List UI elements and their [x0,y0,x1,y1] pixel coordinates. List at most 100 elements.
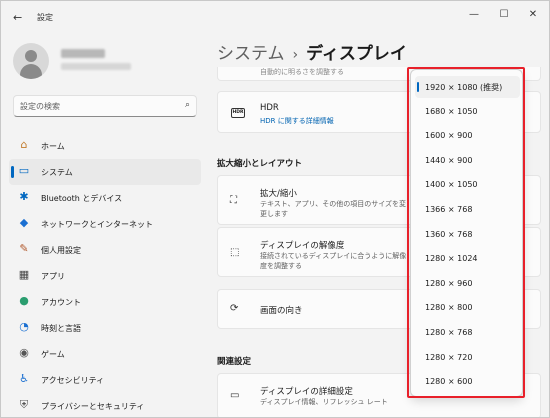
resolution-option[interactable]: 1280 × 960 [415,273,520,295]
sidebar-item-label: ゲーム [41,350,65,359]
sidebar-item-label: アカウント [41,298,81,307]
sidebar-item[interactable]: ▭ システム [9,159,201,185]
related-settings-heading: 関連設定 [217,357,252,367]
resolution-option[interactable]: 1280 × 1024 [415,248,520,270]
sidebar-item-icon: ▦ [18,268,30,281]
resolution-icon: ⬚ [230,247,240,258]
sidebar-item[interactable]: ⌂ ホーム [9,133,201,159]
resolution-option-label: 1280 × 1024 [425,254,478,264]
sidebar-item-label: システム [41,168,73,177]
settings-search-box[interactable]: 設定の検索 ⌕ [13,95,197,117]
resolution-option[interactable]: 1280 × 720 [415,347,520,369]
resolution-option[interactable]: 1280 × 800 [415,297,520,319]
resolution-option-label: 1600 × 900 [425,131,473,141]
sidebar-item[interactable]: ● アカウント [9,289,201,315]
sidebar-item-icon: ⛨ [19,398,29,411]
advanced-display-title: ディスプレイの詳細設定 [260,387,353,397]
resolution-option-label: 1280 × 600 [425,377,473,387]
sidebar-item-icon: ⌂ [20,138,28,151]
sidebar-item[interactable]: ◆ ネットワークとインターネット [9,211,201,237]
sidebar-item-icon: ♿ [19,372,29,385]
resolution-option-label: 1366 × 768 [425,205,473,214]
sidebar-item[interactable]: ◉ ゲーム [9,341,201,367]
resolution-option-label: 1680 × 1050 [425,106,478,116]
sidebar-item-label: アプリ [41,272,65,281]
sidebar-item-icon: ◉ [19,346,29,359]
orientation-icon: ⟳ [230,303,239,314]
sidebar-item-label: 個人用設定 [41,246,81,255]
sidebar-item-label: アクセシビリティ [41,376,105,385]
settings-window: ← 設定 — ☐ ✕ 設定の検索 ⌕ ⌂ ホーム ▭ システム ✱ Bluetooth と… [0,0,550,418]
orientation-title: 画面の向き [260,306,303,316]
back-arrow-icon[interactable]: ← [13,11,27,25]
sidebar-item-label: Bluetooth とデバイス [41,194,123,203]
resolution-option-label: 1920 × 1080 (推奨) [425,83,503,92]
selected-indicator [11,166,14,178]
hdr-link[interactable]: HDR に関する詳細情報 [260,116,334,126]
resolution-option-label: 1280 × 720 [425,352,473,362]
sidebar-item-label: ネットワークとインターネット [41,220,153,229]
scale-description: テキスト、アプリ、その他の項目のサイズを変更します [260,200,407,218]
avatar [13,43,49,79]
blurred-user-name [61,49,105,58]
breadcrumb: システム › ディスプレイ [217,39,407,64]
user-profile[interactable] [13,43,193,79]
search-icon[interactable]: ⌕ [185,100,190,110]
search-input[interactable]: 設定の検索 [20,101,60,112]
hdr-icon: HDR [231,108,245,118]
sidebar-nav: ⌂ ホーム ▭ システム ✱ Bluetooth とデバイス ◆ ネットワークとインターネット… [9,133,201,417]
minimize-button[interactable]: — [463,7,485,23]
resolution-option[interactable]: 1600 × 900 [415,125,520,147]
partial-card-text: 自動的に明るさを調整する [260,68,344,76]
sidebar-item-icon: ✱ [19,190,29,203]
resolution-option[interactable]: 1400 × 1050 [415,174,520,196]
breadcrumb-parent[interactable]: システム [217,44,285,64]
sidebar-item[interactable]: ♿ アクセシビリティ [9,367,201,393]
breadcrumb-separator: › [292,47,299,63]
close-button[interactable]: ✕ [522,7,544,23]
sidebar-item[interactable]: ⛨ プライバシーとセキュリティ [9,393,201,417]
sidebar-item-icon: ▭ [18,164,30,177]
resolution-option-label: 1280 × 768 [425,328,473,337]
sidebar-item-label: 時刻と言語 [41,324,81,333]
sidebar-item-icon: ◆ [19,216,29,229]
resolution-option-label: 1440 × 900 [425,155,473,165]
sidebar-item-label: ホーム [41,142,65,151]
resolution-option-label: 1400 × 1050 [425,180,478,190]
monitor-icon: ▭ [230,390,240,401]
sidebar-item-icon: ● [19,294,29,307]
resolution-option[interactable]: 1440 × 900 [415,150,520,172]
resolution-option[interactable]: 1366 × 768 [415,199,520,221]
resolution-dropdown: 1920 × 1080 (推奨) 1680 × 1050 1600 × 900 144… [410,69,523,397]
resolution-option[interactable]: 1360 × 768 [415,224,520,246]
resolution-description: 接続されているディスプレイに合うように解像度を調整する [260,252,407,270]
scale-title: 拡大/縮小 [260,189,297,199]
sidebar-item[interactable]: ▦ アプリ [9,263,201,289]
sidebar-item[interactable]: ✱ Bluetooth とデバイス [9,185,201,211]
blurred-user-email [61,63,131,70]
resolution-title: ディスプレイの解像度 [260,241,345,251]
page-title: ディスプレイ [306,44,407,64]
resolution-option-label: 1360 × 768 [425,229,473,239]
sidebar-item[interactable]: ◔ 時刻と言語 [9,315,201,341]
sidebar-item[interactable]: ✎ 個人用設定 [9,237,201,263]
resolution-option[interactable]: 1680 × 1050 [415,101,520,123]
scale-icon: ⛶ [230,195,237,206]
title-bar: ← 設定 — ☐ ✕ [1,1,549,33]
resolution-option[interactable]: 1280 × 768 [415,322,520,344]
resolution-option[interactable]: 1920 × 1080 (推奨) [415,76,520,98]
selected-option-indicator [417,82,419,92]
sidebar-item-icon: ✎ [19,242,29,255]
avatar-body [20,64,42,79]
maximize-button[interactable]: ☐ [493,7,515,23]
advanced-display-description: ディスプレイ情報、リフレッシュ レート [260,398,388,406]
app-title: 設定 [37,13,53,22]
hdr-title: HDR [260,103,279,113]
avatar-head [25,50,37,62]
sidebar-item-icon: ◔ [19,320,29,333]
resolution-option-label: 1280 × 960 [425,278,473,288]
scale-layout-heading: 拡大縮小とレイアウト [217,159,303,169]
resolution-option-label: 1280 × 800 [425,303,473,313]
resolution-option[interactable]: 1280 × 600 [415,371,520,393]
sidebar-item-label: プライバシーとセキュリティ [41,402,145,411]
